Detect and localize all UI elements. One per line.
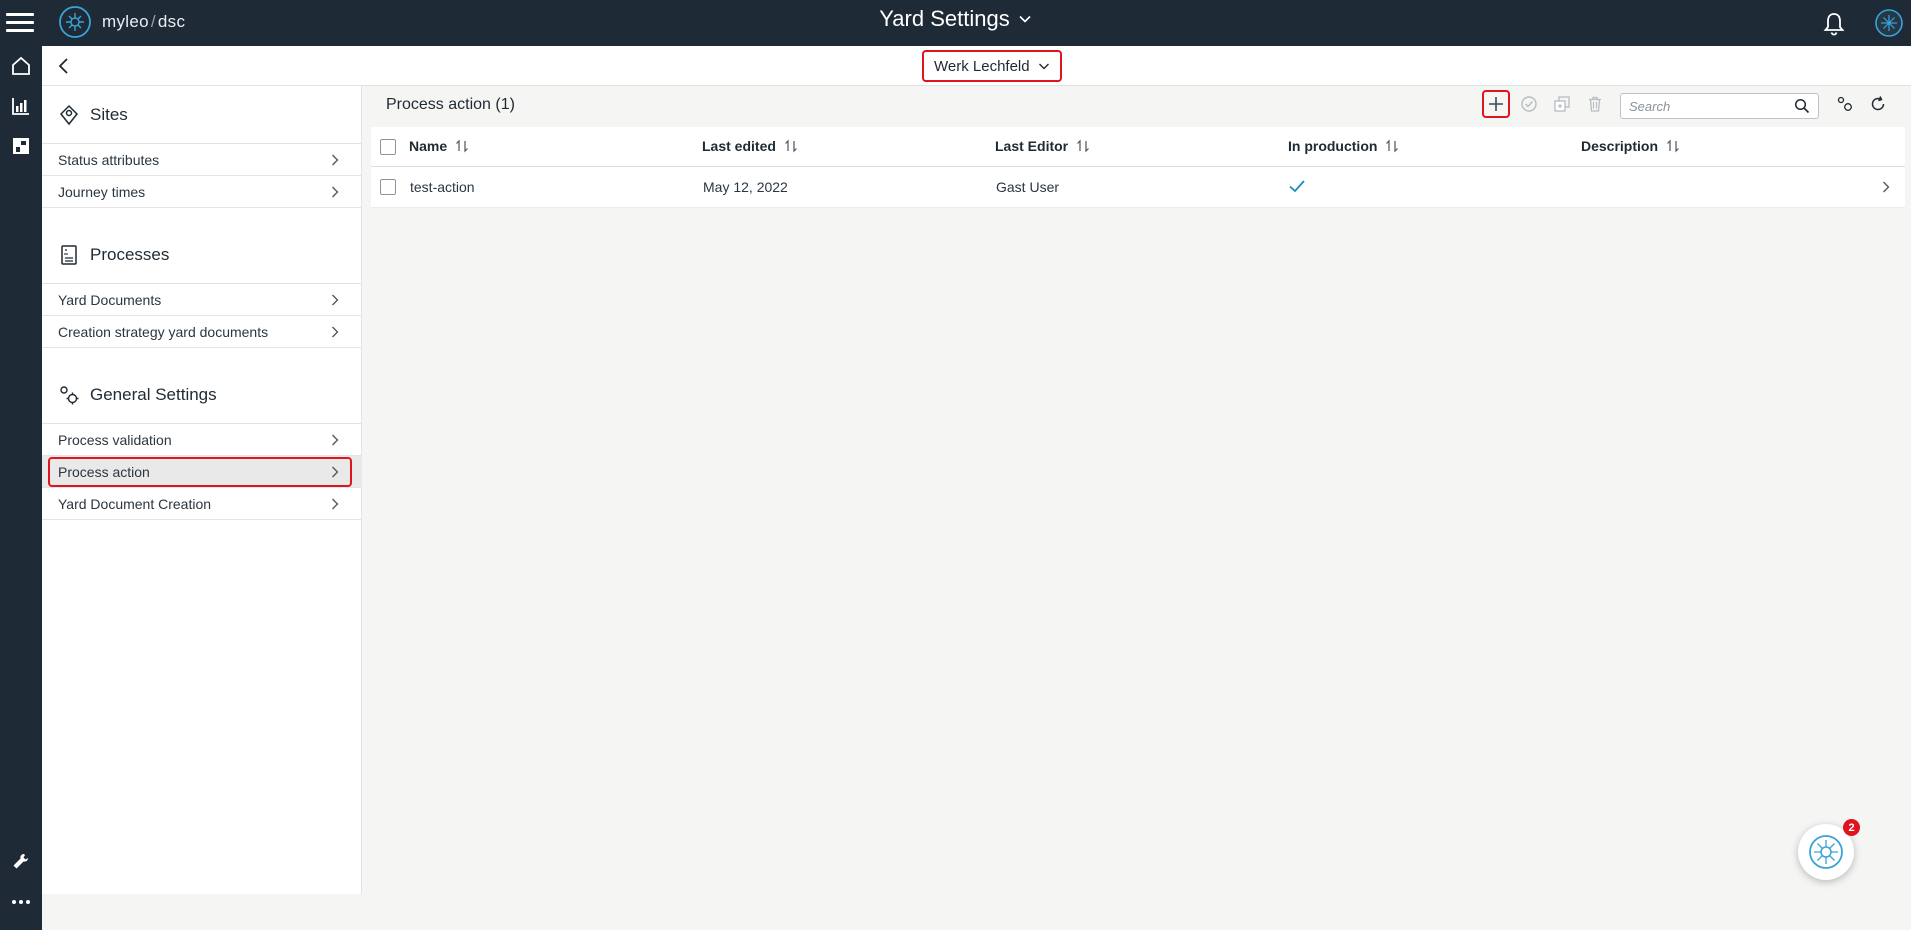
sort-icon	[784, 139, 797, 153]
section-general-settings: General Settings	[42, 366, 362, 424]
duplicate-button[interactable]	[1548, 90, 1576, 118]
sidebar-item-label: Status attributes	[58, 151, 160, 168]
chevron-right-icon[interactable]	[1879, 180, 1893, 194]
sub-header: Werk Lechfeld	[42, 46, 1911, 86]
home-icon[interactable]	[7, 52, 35, 80]
page-title-dropdown[interactable]: Yard Settings	[879, 6, 1031, 32]
left-rail	[0, 46, 42, 930]
chevron-right-icon	[332, 466, 339, 478]
check-circle-icon	[1521, 96, 1537, 112]
document-icon	[61, 244, 77, 265]
sidebar-item-creation-strategy[interactable]: Creation strategy yard documents	[42, 316, 362, 348]
chevron-right-icon	[332, 186, 339, 198]
chevron-right-icon	[332, 154, 339, 166]
page-title: Yard Settings	[879, 6, 1010, 31]
assistant-icon	[1809, 835, 1843, 869]
select-all-checkbox[interactable]	[380, 139, 396, 155]
column-header-name[interactable]: Name	[409, 138, 469, 154]
chevron-right-icon	[332, 498, 339, 510]
trash-icon	[1589, 96, 1601, 112]
sidebar-item-process-validation[interactable]: Process validation	[42, 424, 362, 456]
settings-icon	[1837, 96, 1852, 111]
section-title: General Settings	[90, 384, 217, 404]
plus-icon	[1489, 97, 1503, 111]
chevron-down-icon	[1019, 15, 1031, 23]
sort-icon	[456, 139, 469, 153]
column-header-label: Last Editor	[995, 138, 1069, 154]
search-box[interactable]	[1620, 93, 1819, 119]
sidebar-item-label: Yard Documents	[58, 291, 162, 308]
search-icon[interactable]	[1794, 98, 1810, 114]
row-checkbox[interactable]	[380, 179, 396, 195]
sidebar-item-label: Creation strategy yard documents	[58, 323, 269, 340]
dashboard-icon[interactable]	[7, 132, 35, 160]
chevron-right-icon	[332, 294, 339, 306]
top-bar: myleo / dsc Yard Settings	[0, 0, 1911, 46]
settings-button[interactable]	[1831, 90, 1859, 118]
chevron-down-icon	[1038, 63, 1049, 70]
delete-button[interactable]	[1581, 90, 1609, 118]
sidebar-item-yard-document-creation[interactable]: Yard Document Creation	[42, 488, 362, 520]
sort-icon	[1077, 139, 1090, 153]
analytics-icon[interactable]	[7, 92, 35, 120]
column-header-label: Name	[409, 138, 448, 154]
site-selector[interactable]: Werk Lechfeld	[922, 50, 1062, 82]
column-header-last-editor[interactable]: Last Editor	[995, 138, 1090, 154]
sidebar-item-label: Process validation	[58, 431, 172, 448]
user-avatar-icon[interactable]	[1874, 8, 1904, 38]
search-input[interactable]	[1629, 98, 1789, 114]
sort-icon	[1386, 139, 1399, 153]
table-row[interactable]: test-action May 12, 2022 Gast User	[371, 167, 1905, 208]
column-header-label: Last edited	[702, 138, 776, 154]
section-sites: Sites	[42, 86, 362, 144]
list-title: Process action (1)	[386, 96, 515, 113]
sidebar-item-label: Journey times	[58, 183, 146, 200]
sort-icon	[1667, 139, 1679, 153]
sidebar-item-label: Yard Document Creation	[58, 495, 212, 512]
sidebar-item-process-action[interactable]: Process action	[42, 456, 362, 488]
refresh-icon	[1871, 96, 1885, 111]
add-button[interactable]	[1482, 90, 1510, 118]
notification-badge: 2	[1843, 819, 1860, 836]
copy-icon	[1554, 96, 1570, 112]
column-header-last-edited[interactable]: Last edited	[702, 138, 798, 154]
cell-name: test-action	[410, 179, 475, 195]
table-header: Name Last edited Last Editor In producti…	[371, 127, 1905, 167]
back-arrow-icon[interactable]	[52, 54, 76, 78]
column-header-label: Description	[1581, 138, 1659, 154]
wrench-icon[interactable]	[7, 848, 35, 876]
activate-button[interactable]	[1515, 90, 1543, 118]
location-pin-icon	[59, 104, 79, 125]
refresh-button[interactable]	[1864, 90, 1892, 118]
sidebar-item-label: Process action	[58, 463, 150, 480]
more-icon[interactable]	[7, 888, 35, 916]
cell-last-edited: May 12, 2022	[703, 179, 788, 195]
sidebar-item-status-attributes[interactable]: Status attributes	[42, 144, 362, 176]
check-icon	[1289, 180, 1305, 193]
section-title: Processes	[90, 244, 170, 264]
settings-sidebar: Sites Status attributes Journey times Pr…	[42, 86, 362, 894]
section-processes: Processes	[42, 226, 362, 284]
cell-last-editor: Gast User	[996, 179, 1060, 195]
column-header-description[interactable]: Description	[1581, 138, 1680, 154]
sidebar-item-yard-documents[interactable]: Yard Documents	[42, 284, 362, 316]
bell-icon[interactable]	[1820, 10, 1848, 38]
process-action-table: Name Last edited Last Editor In producti…	[371, 127, 1905, 208]
site-selector-label: Werk Lechfeld	[934, 57, 1030, 75]
chevron-right-icon	[332, 434, 339, 446]
settings-icon	[60, 385, 79, 404]
column-header-label: In production	[1288, 138, 1378, 154]
chevron-right-icon	[332, 326, 339, 338]
section-title: Sites	[90, 104, 128, 124]
column-header-in-production[interactable]: In production	[1288, 138, 1399, 154]
sidebar-item-journey-times[interactable]: Journey times	[42, 176, 362, 208]
